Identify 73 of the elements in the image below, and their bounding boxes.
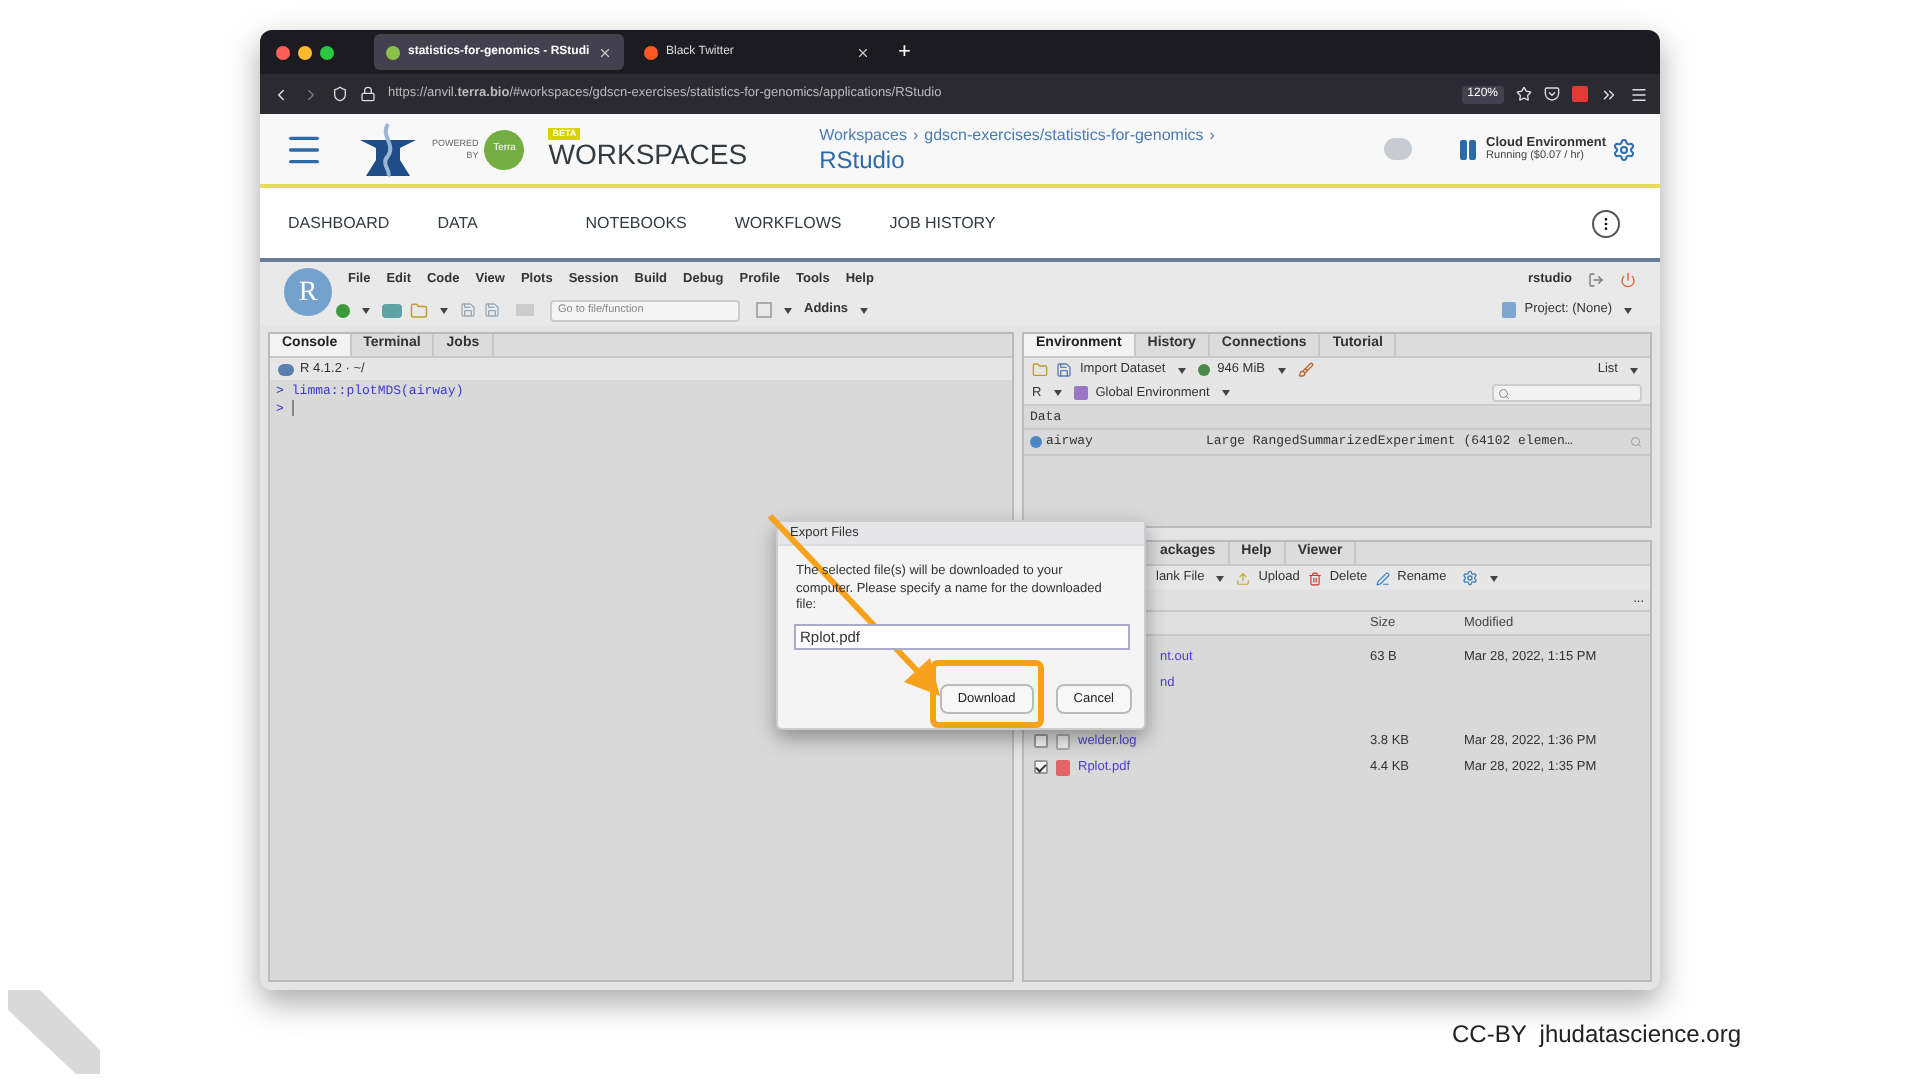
- more-options-icon[interactable]: [1592, 209, 1620, 237]
- close-icon[interactable]: [856, 45, 870, 59]
- save-icon[interactable]: [1056, 362, 1072, 378]
- breadcrumb-separator: ›: [912, 124, 919, 148]
- caret-icon: [860, 307, 869, 313]
- forward-icon[interactable]: [302, 85, 320, 103]
- bookmark-star-icon[interactable]: [1516, 86, 1532, 102]
- credit-text: CC-BY jhudatascience.org: [1452, 1018, 1742, 1052]
- upload-icon[interactable]: [1236, 571, 1251, 585]
- nav-link[interactable]: JOB HISTORY: [889, 211, 996, 235]
- new-file-icon[interactable]: [336, 303, 350, 317]
- new-project-icon[interactable]: [382, 303, 402, 317]
- open-folder-icon[interactable]: [1032, 362, 1048, 378]
- caret-icon: [1490, 575, 1499, 581]
- broom-icon[interactable]: [1297, 362, 1313, 378]
- logo-icon: [8, 990, 100, 1074]
- text-cursor: [291, 400, 294, 416]
- caret-icon: [784, 307, 792, 313]
- caret-icon: [1216, 575, 1225, 581]
- minimize-window-icon[interactable]: [298, 45, 312, 59]
- breadcrumb-link[interactable]: Workspaces: [819, 124, 907, 148]
- project-icon: [1502, 302, 1517, 318]
- save-all-icon[interactable]: [484, 302, 500, 318]
- breadcrumb-separator: ›: [1209, 124, 1215, 148]
- caret-icon: [1221, 390, 1230, 396]
- caret-icon: [1277, 367, 1285, 373]
- nav-link[interactable]: WORKFLOWS: [734, 211, 842, 235]
- settings-icon[interactable]: [1462, 570, 1479, 586]
- rstudio-logo: R: [284, 268, 332, 316]
- new-tab-button[interactable]: +: [898, 35, 911, 69]
- memory-icon: [1197, 364, 1210, 376]
- grid-icon[interactable]: [756, 302, 772, 318]
- save-icon[interactable]: [460, 302, 476, 318]
- caret-icon: [1630, 367, 1638, 373]
- favicon-icon: [386, 45, 400, 59]
- rename-icon[interactable]: [1375, 571, 1390, 585]
- settings-icon[interactable]: [1612, 137, 1636, 161]
- breadcrumb-link[interactable]: gdscn-exercises/statistics-for-genomics: [924, 124, 1204, 148]
- delete-icon[interactable]: [1307, 571, 1322, 585]
- app-title: RStudio: [819, 148, 907, 174]
- check-icon: [1035, 760, 1047, 772]
- shield-icon[interactable]: [332, 86, 348, 102]
- favicon-icon: [644, 45, 658, 59]
- caret-icon: [1624, 307, 1632, 313]
- sign-out-icon[interactable]: [1588, 272, 1604, 288]
- checkbox[interactable]: [1034, 760, 1048, 774]
- menu-icon[interactable]: [1630, 85, 1648, 103]
- close-icon[interactable]: [598, 45, 612, 59]
- checkbox[interactable]: [1034, 734, 1048, 748]
- caret-icon: [440, 307, 448, 313]
- caret-icon: [1053, 390, 1062, 396]
- pause-icon[interactable]: [1456, 137, 1481, 161]
- search-icon: [1498, 387, 1510, 399]
- search-field[interactable]: [1492, 384, 1642, 402]
- maximize-window-icon[interactable]: [320, 45, 334, 59]
- nav-link[interactable]: DASHBOARD: [288, 211, 390, 235]
- caret-icon: [362, 307, 370, 313]
- power-icon[interactable]: [1620, 272, 1636, 288]
- nav-link[interactable]: NOTEBOOKS: [585, 211, 687, 235]
- lock-icon[interactable]: [360, 86, 376, 102]
- r-icon: [278, 363, 294, 375]
- view-icon[interactable]: [1630, 436, 1642, 448]
- pocket-icon[interactable]: [1544, 86, 1560, 102]
- nav-link[interactable]: DATA: [437, 211, 538, 235]
- caret-icon: [1177, 367, 1186, 373]
- open-folder-icon[interactable]: [410, 301, 428, 319]
- anvil-logo-icon: [356, 119, 420, 179]
- overflow-icon[interactable]: [1600, 85, 1618, 103]
- environment-icon: [1073, 386, 1088, 400]
- back-icon[interactable]: [272, 85, 290, 103]
- expand-icon[interactable]: [1030, 436, 1042, 448]
- workspaces-title: WORKSPACES: [548, 140, 748, 171]
- close-window-icon[interactable]: [276, 45, 290, 59]
